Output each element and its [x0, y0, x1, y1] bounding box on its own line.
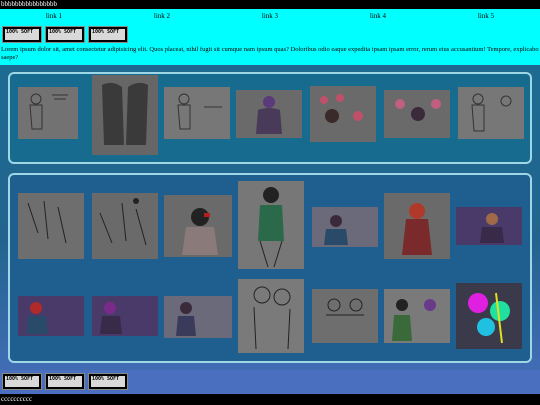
top-bar: bbbbbbbbbbbbbbbb: [0, 0, 540, 9]
nav-link-1[interactable]: link 1: [0, 9, 108, 24]
nav-link-3[interactable]: link 3: [216, 9, 324, 24]
gallery-thumbnail[interactable]: [164, 87, 230, 139]
gallery-thumbnail[interactable]: [164, 195, 232, 257]
badge-row-bottom: 100% SOFT 100% SOFT 100% SOFT: [0, 370, 540, 394]
soft-badge-label: 100% SOFT: [91, 376, 125, 387]
soft-badge-label: 100% SOFT: [91, 29, 125, 40]
soft-badge: 100% SOFT: [2, 373, 42, 390]
footer-bar: cccccccccc: [0, 394, 540, 405]
gallery-thumbnail[interactable]: [456, 207, 522, 245]
gallery-thumbnail[interactable]: [384, 193, 450, 259]
gallery-thumbnail[interactable]: [458, 87, 524, 139]
soft-badge: 100% SOFT: [88, 373, 128, 390]
soft-badge: 100% SOFT: [2, 26, 42, 43]
nav-link-5[interactable]: link 5: [432, 9, 540, 24]
gallery-thumbnail[interactable]: [456, 283, 522, 349]
gallery-thumbnail[interactable]: [238, 279, 304, 353]
nav-link-2[interactable]: link 2: [108, 9, 216, 24]
nav-link-4[interactable]: link 4: [324, 9, 432, 24]
soft-badge: 100% SOFT: [45, 373, 85, 390]
gallery-thumbnail[interactable]: [310, 86, 376, 142]
gallery-thumbnail[interactable]: [18, 193, 84, 259]
gallery-thumbnail[interactable]: [92, 296, 158, 336]
gallery-thumbnail[interactable]: [312, 207, 378, 247]
gallery-thumbnail[interactable]: [92, 75, 158, 155]
gallery-panel-top: [8, 72, 532, 164]
gallery-thumbnail[interactable]: [238, 181, 304, 269]
gallery-thumbnail[interactable]: [384, 90, 450, 138]
gallery-thumbnail[interactable]: [164, 296, 232, 338]
gallery-thumbnail[interactable]: [384, 289, 450, 343]
gallery-thumbnail[interactable]: [18, 296, 84, 336]
soft-badge-label: 100% SOFT: [48, 376, 82, 387]
gallery-panel-bottom: [8, 173, 532, 363]
soft-badge-label: 100% SOFT: [48, 29, 82, 40]
gallery-thumbnail[interactable]: [312, 289, 378, 343]
gallery-thumbnail[interactable]: [18, 87, 78, 139]
soft-badge-label: 100% SOFT: [5, 29, 39, 40]
intro-paragraph: Lorem ipsum dolor sit, amet consectetur …: [0, 45, 540, 65]
gallery-thumbnail[interactable]: [236, 90, 302, 138]
soft-badge: 100% SOFT: [45, 26, 85, 43]
badge-row-top: 100% SOFT 100% SOFT 100% SOFT: [0, 24, 540, 45]
soft-badge: 100% SOFT: [88, 26, 128, 43]
gallery-thumbnail[interactable]: [92, 193, 158, 259]
main-nav: link 1 link 2 link 3 link 4 link 5: [0, 9, 540, 24]
soft-badge-label: 100% SOFT: [5, 376, 39, 387]
